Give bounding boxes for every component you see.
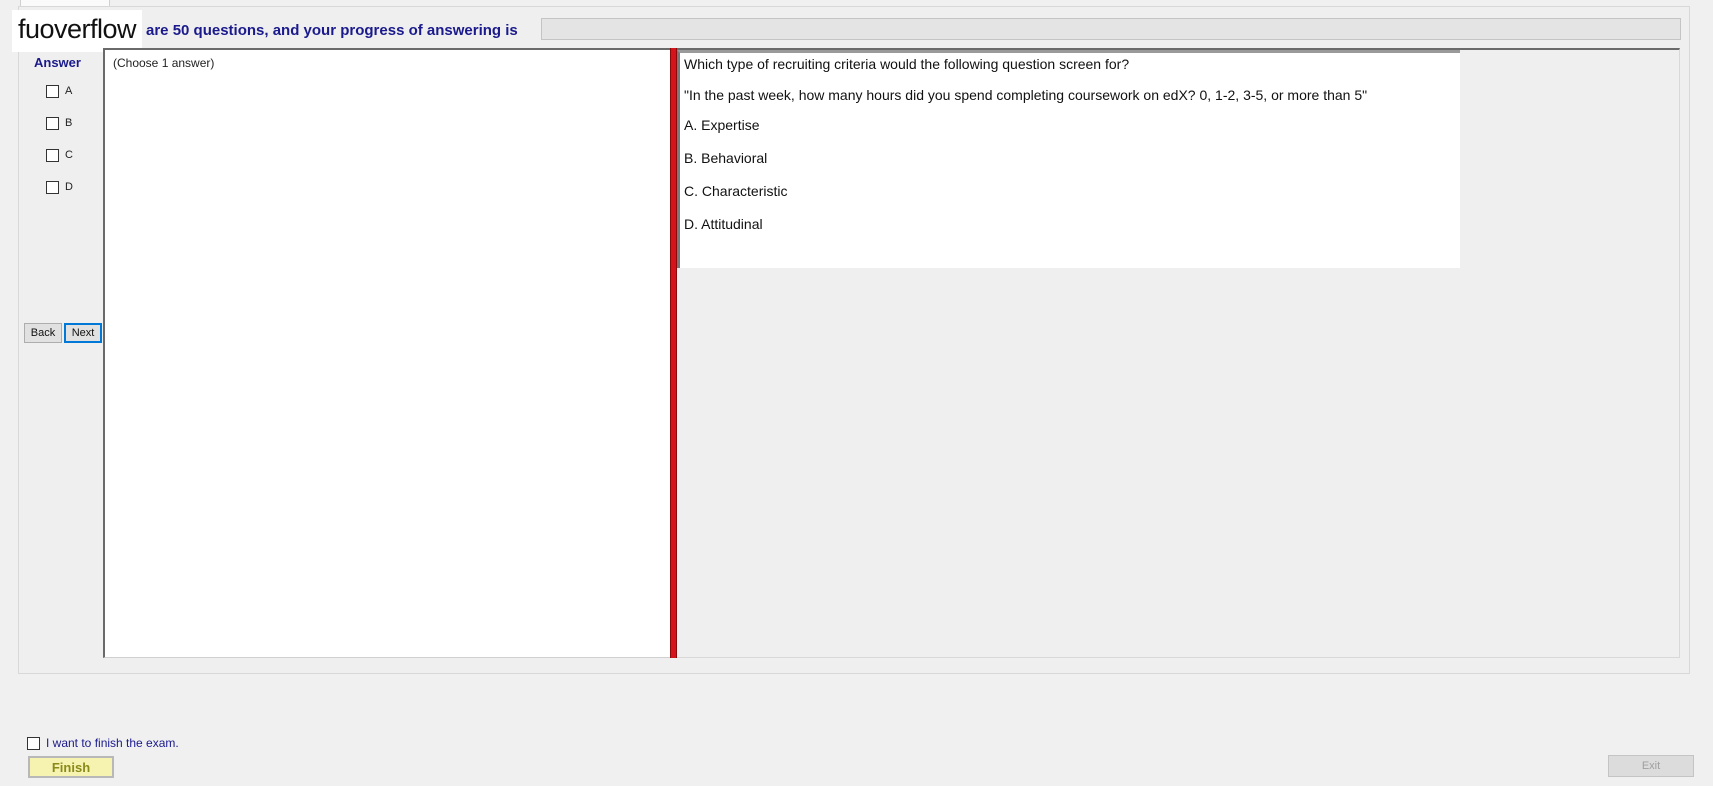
question-card: Which type of recruiting criteria would … xyxy=(677,50,1460,268)
answer-notes-pane: (Choose 1 answer) xyxy=(103,48,670,658)
finish-confirm[interactable]: I want to finish the exam. xyxy=(27,736,179,750)
next-button[interactable]: Next xyxy=(64,323,102,343)
answer-option-label: A xyxy=(65,85,73,97)
choice-b: B. Behavioral xyxy=(684,150,768,166)
finish-confirm-label: I want to finish the exam. xyxy=(46,736,179,750)
answer-heading: Answer xyxy=(34,55,81,70)
answer-option-label: C xyxy=(65,149,73,161)
checkbox-d[interactable] xyxy=(46,180,59,194)
choice-a: A. Expertise xyxy=(684,117,760,133)
checkbox-b[interactable] xyxy=(46,116,59,130)
back-button[interactable]: Back xyxy=(24,323,62,343)
answer-option-label: D xyxy=(65,181,73,193)
answer-option-b[interactable]: B xyxy=(46,115,72,131)
exit-button[interactable]: Exit xyxy=(1608,755,1694,777)
question-area: Which type of recruiting criteria would … xyxy=(677,48,1680,658)
choice-d: D. Attitudinal xyxy=(684,216,763,232)
logo: fuoverflow xyxy=(12,10,143,52)
progress-bar xyxy=(541,18,1681,40)
answer-option-a[interactable]: A xyxy=(46,83,72,99)
progress-headline: are 50 questions, and your progress of a… xyxy=(146,22,518,39)
choice-c: C. Characteristic xyxy=(684,183,788,199)
answer-panel: Answer A B C D Back Next xyxy=(24,50,104,657)
question-quote: "In the past week, how many hours did yo… xyxy=(684,87,1368,103)
finish-confirm-checkbox[interactable] xyxy=(27,736,40,750)
checkbox-c[interactable] xyxy=(46,148,59,162)
choose-instruction: (Choose 1 answer) xyxy=(113,56,215,70)
pane-splitter[interactable] xyxy=(670,48,677,658)
answer-option-c[interactable]: C xyxy=(46,147,73,163)
question-stem: Which type of recruiting criteria would … xyxy=(684,56,1130,72)
finish-button[interactable]: Finish xyxy=(28,756,114,778)
answer-option-d[interactable]: D xyxy=(46,179,73,195)
checkbox-a[interactable] xyxy=(46,84,59,98)
answer-option-label: B xyxy=(65,117,73,129)
